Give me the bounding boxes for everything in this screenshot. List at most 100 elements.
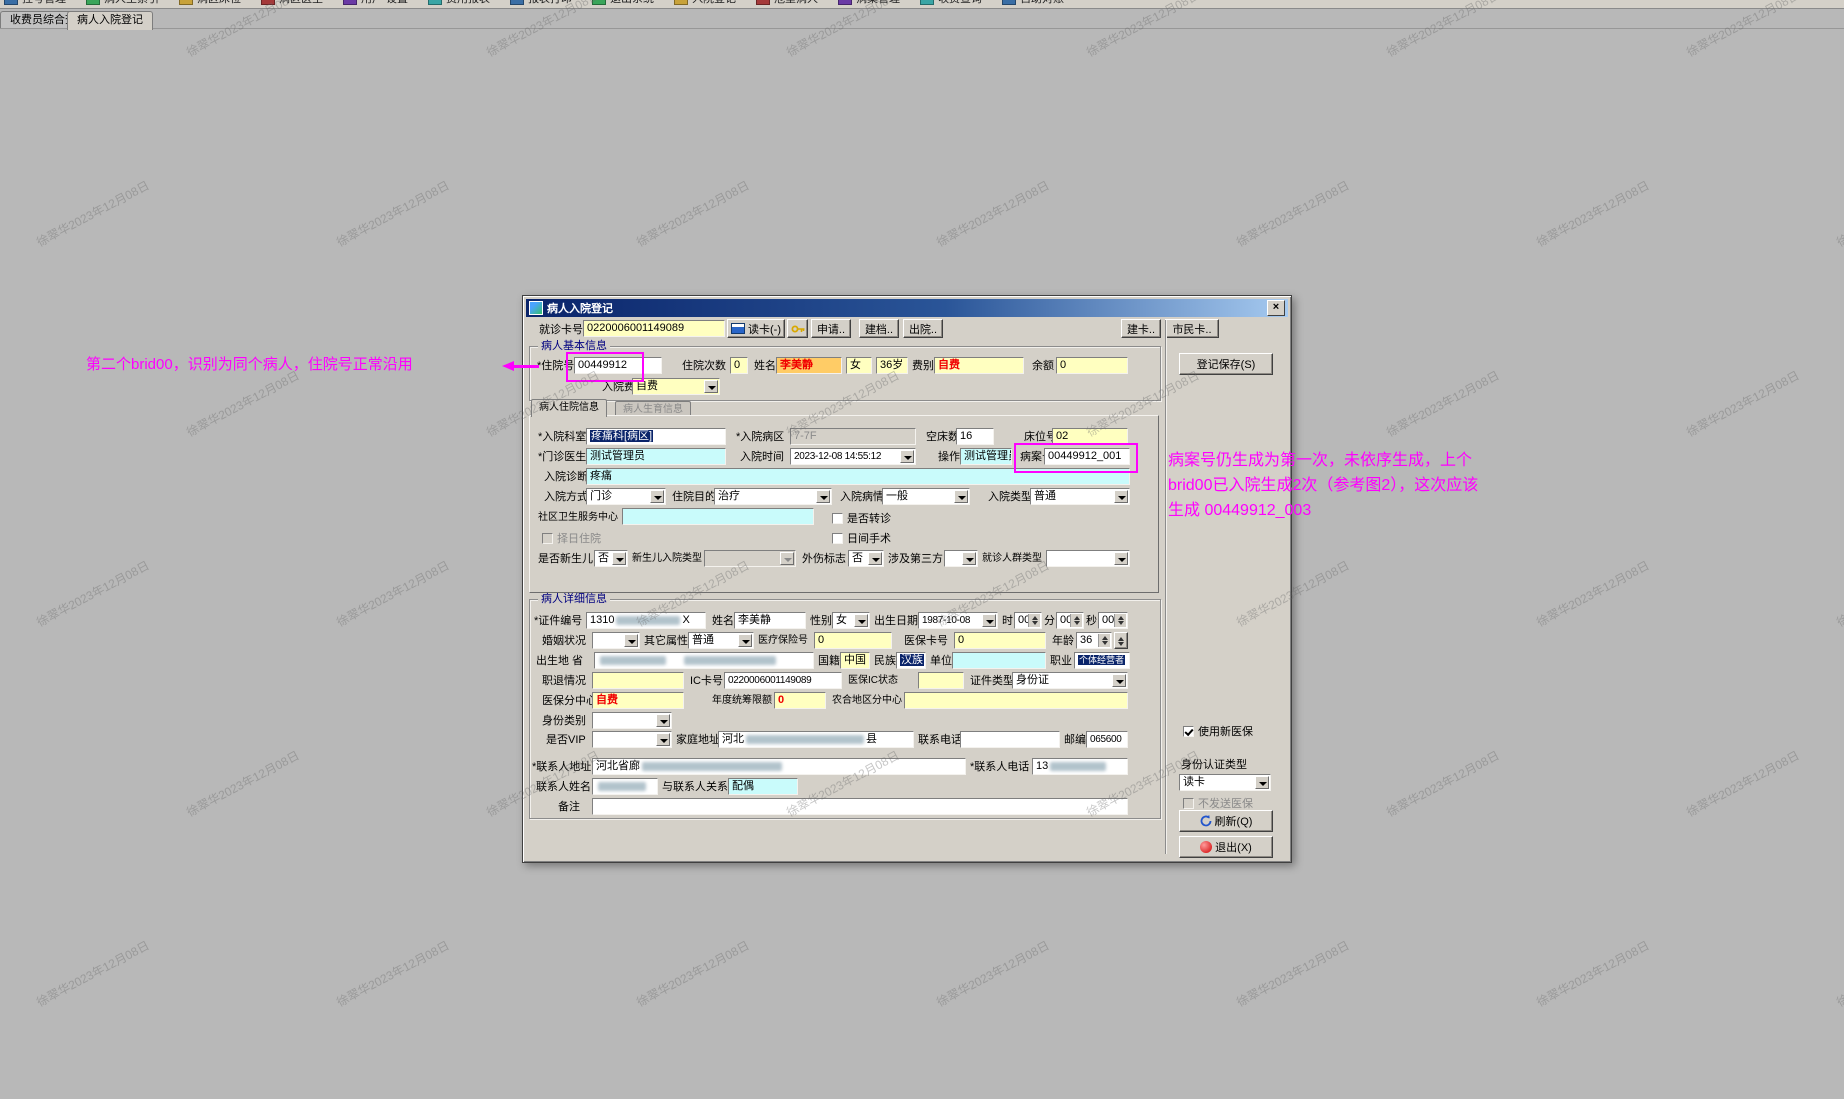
admission-time-select[interactable]: 2023-12-08 14:55:12 (790, 448, 916, 465)
transfer-checkbox[interactable]: 是否转诊 (832, 510, 891, 526)
home-address-input[interactable]: 河北 县 (718, 731, 914, 748)
name-field[interactable]: 李美静 (776, 357, 842, 374)
remark-input[interactable] (592, 798, 1128, 815)
third-party-select[interactable] (944, 550, 978, 567)
chevron-down-icon[interactable] (1255, 776, 1269, 789)
doctor-input[interactable]: 测试管理员 (586, 448, 726, 465)
contact-name-input[interactable] (592, 778, 658, 795)
diagnosis-input[interactable]: 疼痛 (586, 468, 1130, 485)
dialog-titlebar[interactable]: 病人入院登记 × (526, 299, 1288, 317)
trauma-select[interactable]: 否 (848, 550, 884, 567)
spinner-up-down-icon[interactable] (1098, 634, 1110, 647)
checkbox-icon[interactable] (832, 512, 843, 524)
ic-card-input[interactable]: 0220006001149089 (724, 672, 842, 689)
checkbox-checked-icon[interactable] (1183, 725, 1194, 737)
condition-select[interactable]: 一般 (882, 488, 970, 505)
chevron-down-icon[interactable] (650, 490, 664, 503)
tab-inpatient-info[interactable]: 病人住院信息 (531, 399, 607, 417)
read-card-button[interactable]: 读卡(-) (727, 319, 785, 338)
day-surgery-checkbox[interactable]: 日间手术 (832, 530, 891, 546)
archive-button[interactable]: 建档.. (859, 319, 899, 338)
bed-no-field[interactable]: 02 (1052, 428, 1128, 445)
chevron-down-icon[interactable] (954, 490, 968, 503)
toolbar-item[interactable]: 危重病人 (756, 0, 818, 6)
insurance-center-field[interactable]: 自费 (592, 692, 684, 709)
close-button[interactable]: × (1267, 300, 1285, 316)
marital-select[interactable] (592, 632, 640, 649)
exit-button[interactable]: 退出(X) (1179, 836, 1273, 858)
chevron-down-icon[interactable] (816, 490, 830, 503)
auth-type-select[interactable]: 读卡 (1179, 774, 1271, 791)
hour-spinner[interactable]: 00 (1014, 612, 1042, 629)
contact-address-input[interactable]: 河北省廊 (592, 758, 966, 775)
inpatient-no-input[interactable]: 00449912 (574, 357, 662, 374)
operator-field[interactable]: 测试管理员 (960, 448, 1012, 465)
toolbar-item[interactable]: 自助对账 (1002, 0, 1064, 6)
visit-card-input[interactable]: 0220006001149089 (583, 320, 725, 337)
chevron-down-icon[interactable] (900, 450, 914, 463)
identity-class-select[interactable] (592, 712, 672, 729)
toolbar-item[interactable]: 退出系统 (592, 0, 654, 6)
fee-type-field[interactable]: 自费 (934, 357, 1024, 374)
toolbar-item[interactable]: 病区床位 (179, 0, 241, 6)
chevron-down-icon[interactable] (1112, 674, 1126, 687)
apply-button[interactable]: 申请.. (811, 319, 851, 338)
gender-field[interactable]: 女 (846, 357, 872, 374)
chevron-down-icon[interactable] (854, 614, 868, 627)
chevron-down-icon[interactable] (704, 380, 718, 393)
balance-field[interactable]: 0 (1056, 357, 1128, 374)
chevron-down-icon[interactable] (656, 733, 670, 746)
insurance-no-input[interactable]: 0 (814, 632, 892, 649)
chevron-down-icon[interactable] (624, 634, 638, 647)
insurance-card-input[interactable]: 0 (954, 632, 1046, 649)
chevron-down-icon[interactable] (1114, 552, 1128, 565)
vip-select[interactable] (592, 731, 672, 748)
crowd-type-select[interactable] (1046, 550, 1130, 567)
toolbar-item[interactable]: 报表打印 (510, 0, 572, 6)
dept-input[interactable]: 疼痛科[病区] (586, 428, 726, 445)
chevron-down-icon[interactable] (962, 552, 976, 565)
chevron-down-icon[interactable] (1114, 490, 1128, 503)
toolbar-item[interactable]: 用户 设置 (343, 0, 408, 6)
age-spin-button[interactable] (1114, 632, 1128, 649)
community-input[interactable] (622, 508, 814, 525)
chevron-down-icon[interactable] (656, 714, 670, 727)
zip-input[interactable]: 065600 (1086, 731, 1128, 748)
toolbar-item[interactable]: 费用报表 (428, 0, 490, 6)
toolbar-item[interactable]: 病案管理 (838, 0, 900, 6)
chevron-down-icon[interactable] (868, 552, 882, 565)
contact-phone-input[interactable]: 13 (1032, 758, 1128, 775)
admission-fee-select[interactable]: 自费 (632, 378, 720, 395)
chevron-down-icon[interactable] (612, 552, 626, 565)
birth-date-select[interactable]: 1987-10-08 (918, 612, 998, 629)
other-attr-select[interactable]: 普通 (688, 632, 754, 649)
spinner-up-down-icon[interactable] (1028, 614, 1040, 627)
discharge-button[interactable]: 出院.. (903, 319, 943, 338)
rural-center-field[interactable] (904, 692, 1128, 709)
toolbar-item[interactable]: 收费查询 (920, 0, 982, 6)
age-field[interactable]: 36岁 (876, 357, 908, 374)
toolbar-item[interactable]: 挂号管理 (4, 0, 66, 6)
nationality-field[interactable]: 中国 (840, 652, 870, 669)
use-new-insurance-checkbox[interactable]: 使用新医保 (1183, 723, 1253, 739)
admission-mode-select[interactable]: 门诊 (586, 488, 666, 505)
scheduled-admission-checkbox[interactable]: 择日住院 (542, 530, 601, 546)
employment-input[interactable] (592, 672, 684, 689)
insurance-ic-status-field[interactable] (918, 672, 964, 689)
citizen-card-button[interactable]: 市民卡.. (1165, 319, 1219, 338)
ethnicity-field[interactable]: 汉族 (896, 652, 926, 669)
key-button[interactable] (787, 319, 808, 338)
spinner-up-down-icon[interactable] (1114, 614, 1126, 627)
toolbar-item[interactable]: 入院登记 (674, 0, 736, 6)
refresh-button[interactable]: 刷新(Q) (1179, 810, 1273, 832)
empty-beds-field[interactable]: 16 (956, 428, 994, 445)
toolbar-item[interactable]: 病人主索引 (86, 0, 159, 6)
occupation-field[interactable]: 个体经营者 (1074, 652, 1130, 669)
annual-limit-field[interactable]: 0 (774, 692, 826, 709)
age-spinner[interactable]: 36 (1076, 632, 1112, 649)
make-card-button[interactable]: 建卡.. (1121, 319, 1161, 338)
admission-times-field[interactable]: 0 (730, 357, 748, 374)
purpose-select[interactable]: 治疗 (714, 488, 832, 505)
case-no-input[interactable]: 00449912_001 (1044, 448, 1130, 465)
detail-gender-select[interactable]: 女 (832, 612, 870, 629)
